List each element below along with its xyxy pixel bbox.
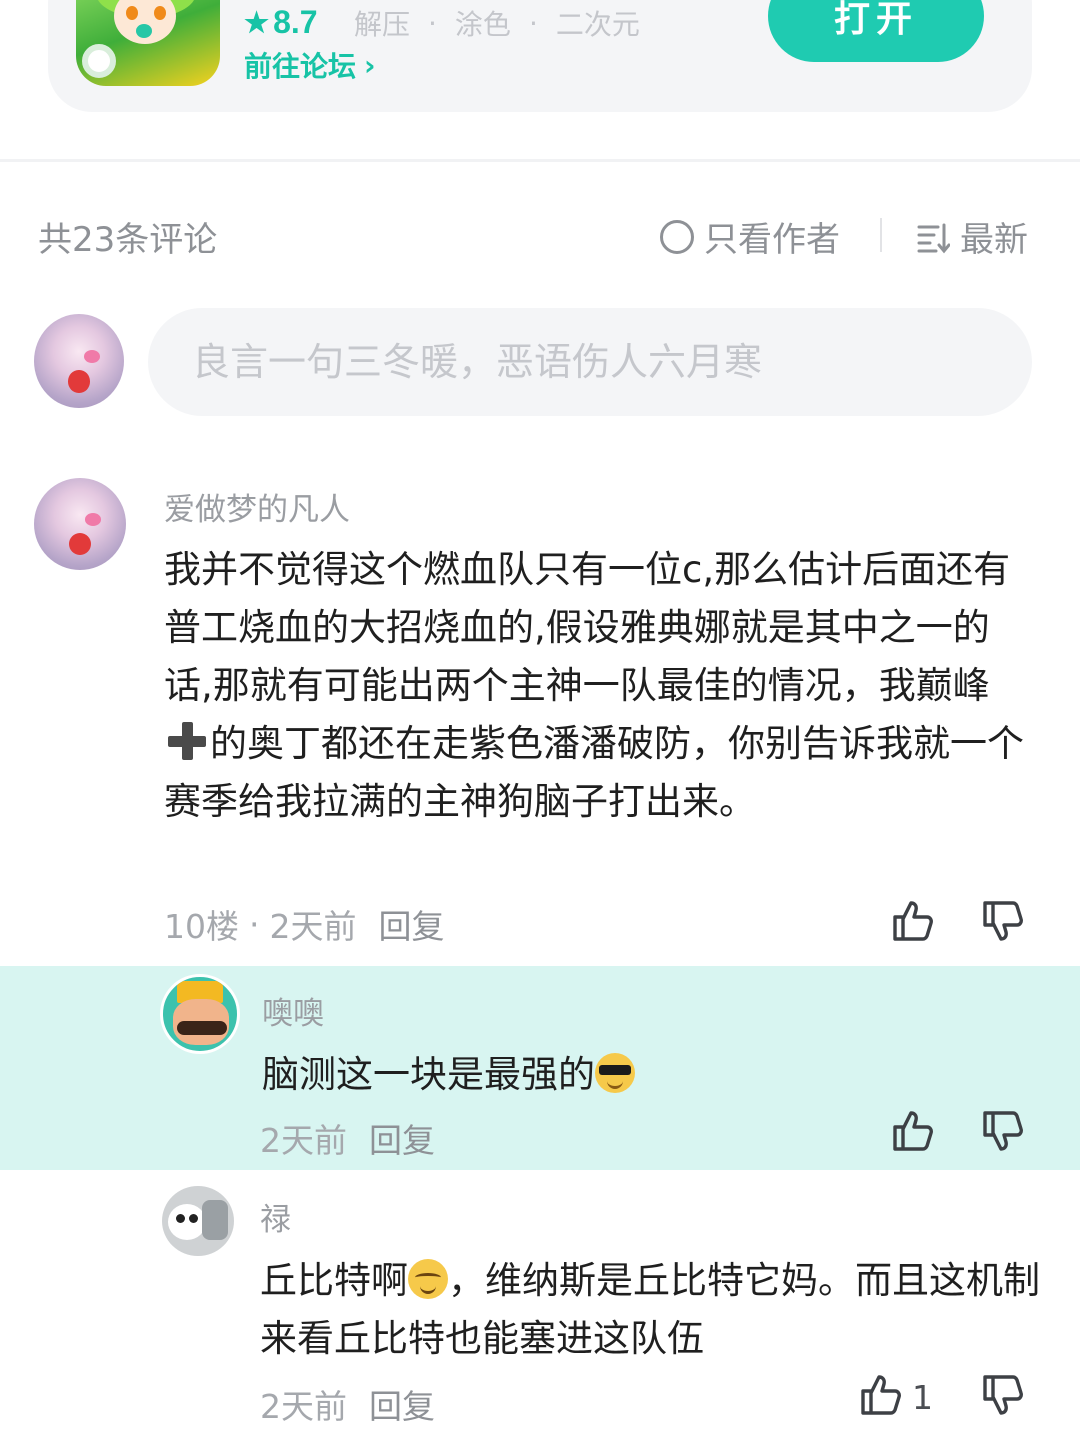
like-button[interactable] xyxy=(856,1370,906,1420)
sort-button[interactable]: 最新 xyxy=(916,212,1028,261)
author-only-label: 只看作者 xyxy=(704,220,840,260)
reply-text: 丘比特啊 ，维纳斯是丘比特它妈。而且这机制来看丘比特也能塞进这队伍 xyxy=(260,1259,1040,1360)
thumbs-down-icon xyxy=(983,1111,1023,1151)
app-rating: ★ 8.7 xyxy=(244,0,318,44)
reply-button[interactable]: 回复 xyxy=(379,900,445,948)
forum-link[interactable]: 前往论坛 › xyxy=(244,44,376,86)
app-tag: 解压 xyxy=(354,8,411,41)
thumbs-down-icon xyxy=(983,901,1023,941)
rating-value: 8.7 xyxy=(273,3,318,40)
author-only-toggle[interactable]: 只看作者 xyxy=(660,212,840,261)
app-icon[interactable] xyxy=(76,0,220,86)
app-tag: 二次元 xyxy=(555,8,640,41)
radio-circle-icon xyxy=(660,219,694,254)
app-tags: 解压 · 涂色 · 二次元 xyxy=(354,2,640,44)
reply-time: 2天前 xyxy=(260,1121,347,1160)
forum-link-label: 前往论坛 xyxy=(244,50,357,83)
cool-sunglasses-emoji-icon xyxy=(595,1053,635,1093)
reply-time: 2天前 xyxy=(260,1387,347,1426)
reply-button[interactable]: 回复 xyxy=(369,1380,435,1428)
chevron-right-icon: › xyxy=(364,48,376,82)
sort-label: 最新 xyxy=(960,220,1028,260)
thumbs-up-icon xyxy=(861,1375,901,1415)
reply-button[interactable]: 回复 xyxy=(369,1114,435,1162)
thumbs-up-icon xyxy=(893,901,933,941)
sort-icon xyxy=(917,223,950,253)
reply-username[interactable]: 禄 xyxy=(260,1194,291,1239)
reply-avatar[interactable] xyxy=(162,1186,234,1256)
thumbs-down-icon xyxy=(983,1375,1023,1415)
blush-smile-emoji-icon xyxy=(408,1259,448,1299)
star-icon: ★ xyxy=(244,6,270,38)
like-button[interactable] xyxy=(888,896,938,946)
comment-input[interactable] xyxy=(148,308,1032,416)
dislike-button[interactable] xyxy=(978,896,1028,946)
open-app-button[interactable]: 打开 xyxy=(768,0,984,62)
thumbs-up-icon xyxy=(893,1111,933,1151)
divider xyxy=(0,159,1080,162)
like-count: 1 xyxy=(912,1378,933,1417)
comment-time: 2天前 xyxy=(269,907,357,946)
reply-text: 脑测这一块是最强的 xyxy=(262,1046,1022,1104)
heavy-plus-emoji-icon xyxy=(164,718,210,764)
vertical-divider xyxy=(880,218,882,252)
dislike-button[interactable] xyxy=(978,1370,1028,1420)
reply-meta: 2天前 回复 xyxy=(260,1380,435,1428)
floor-number: 10楼 xyxy=(164,907,239,946)
app-tag: 涂色 xyxy=(454,8,511,41)
comment-meta: 10楼 · 2天前 回复 xyxy=(164,900,445,948)
my-avatar[interactable] xyxy=(34,314,124,408)
reply-avatar[interactable] xyxy=(160,974,240,1054)
comment-text: 我并不觉得这个燃血队只有一位c,那么估计后面还有普工烧血的大招烧血的,假设雅典娜… xyxy=(164,548,1024,823)
like-button[interactable] xyxy=(888,1106,938,1156)
dislike-button[interactable] xyxy=(978,1106,1028,1156)
reply-username[interactable]: 噢噢 xyxy=(262,988,324,1033)
commenter-avatar[interactable] xyxy=(34,478,126,570)
commenter-username[interactable]: 爱做梦的凡人 xyxy=(164,484,350,529)
comment-count: 共23条评论 xyxy=(38,220,218,260)
reply-meta: 2天前 回复 xyxy=(260,1114,435,1162)
